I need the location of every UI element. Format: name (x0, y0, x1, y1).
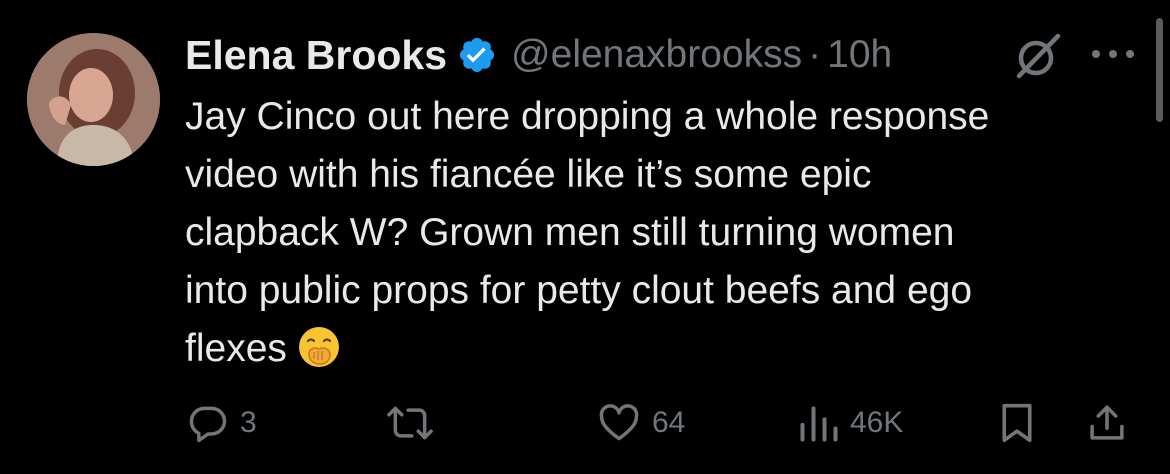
separator-dot: · (808, 33, 822, 76)
repost-icon (387, 406, 433, 440)
like-count: 64 (652, 406, 686, 439)
share-button[interactable] (1086, 396, 1128, 450)
avatar-image (27, 33, 160, 166)
verified-badge-icon (459, 37, 495, 73)
bookmark-icon (1002, 403, 1032, 443)
bookmark-button[interactable] (997, 396, 1037, 450)
repost-button[interactable] (386, 396, 434, 450)
reply-count: 3 (240, 406, 257, 439)
avatar[interactable] (27, 33, 160, 166)
heart-icon (599, 404, 639, 441)
timestamp[interactable]: 10h (827, 33, 892, 77)
grok-icon[interactable] (1012, 30, 1064, 82)
views-chart-icon (800, 406, 838, 442)
like-button[interactable]: 64 (596, 396, 685, 450)
views-button[interactable]: 46K (798, 396, 903, 450)
share-icon (1090, 405, 1124, 440)
reply-button[interactable]: 3 (186, 396, 257, 450)
more-options-icon[interactable] (1086, 36, 1140, 72)
action-bar: 3 64 46K (0, 396, 1170, 450)
reply-icon (189, 406, 227, 443)
view-count: 46K (850, 406, 904, 439)
tweet-text: Jay Cinco out here dropping a whole resp… (185, 88, 1135, 378)
tweet-header: Elena Brooks @elenaxbrookss · 10h (185, 26, 892, 84)
author-handle[interactable]: @elenaxbrookss (511, 33, 802, 77)
scrollbar[interactable] (1156, 18, 1163, 122)
face-with-hand-over-mouth-icon (298, 327, 339, 367)
author-name[interactable]: Elena Brooks (185, 32, 447, 79)
